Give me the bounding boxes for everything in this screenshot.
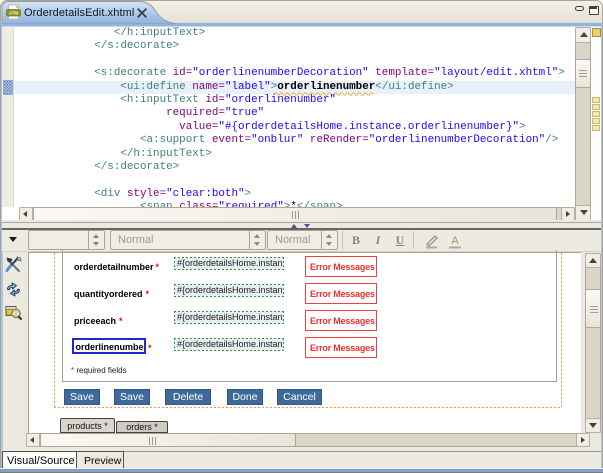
svg-text:A: A [451, 235, 459, 247]
svg-text:XTM: XTM [9, 11, 18, 16]
